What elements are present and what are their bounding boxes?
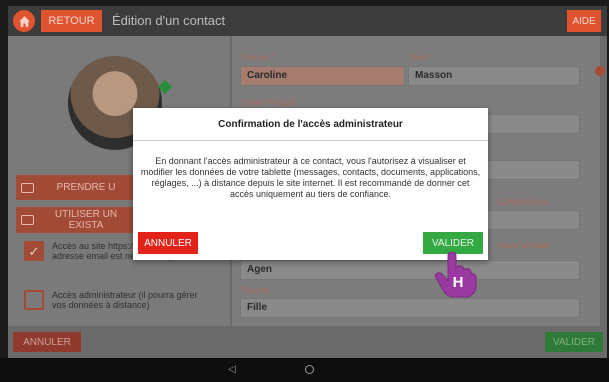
page-title: Édition d'un contact [112, 13, 226, 28]
city-input[interactable]: Agen [240, 260, 580, 280]
admin-access-option[interactable]: Accès administrateur (il pourra gérer vo… [24, 290, 214, 310]
home-icon [18, 15, 30, 27]
image-icon [16, 208, 38, 233]
use-existing-photo-button[interactable]: UTILISER UN EXISTA [16, 207, 134, 233]
use-existing-label-line1: UTILISER UN [54, 209, 118, 220]
take-photo-button[interactable]: PRENDRE U [16, 175, 134, 200]
mobile-label: phone portable [497, 241, 551, 250]
cancel-button[interactable]: ANNULER [13, 332, 81, 352]
last-name-input[interactable]: Masson [408, 66, 580, 86]
dialog-cancel-button[interactable]: ANNULER [138, 232, 198, 254]
take-photo-label: PRENDRE U [56, 182, 116, 193]
check-icon: ✓ [28, 243, 40, 259]
scroll-indicator[interactable] [595, 66, 605, 76]
hand-pointer-icon: H [434, 252, 477, 298]
site-access-checkbox[interactable]: ✓ [24, 241, 44, 261]
back-button[interactable]: RETOUR [41, 10, 102, 32]
camera-icon [16, 175, 38, 200]
admin-access-confirmation-dialog: Confirmation de l'accès administrateur E… [133, 108, 488, 260]
first-name-input[interactable]: Caroline [240, 66, 405, 86]
dialog-message: En donnant l'accès administrateur à ce c… [140, 156, 481, 199]
last-name-label: Nom * [410, 53, 433, 62]
first-name-label: Prénom * [242, 53, 276, 62]
birth-date-hint: (JJ/MM/AAAA) [497, 198, 550, 207]
bottom-bar: ANNULER VALIDER [8, 326, 607, 358]
nav-back-icon[interactable]: ◁ [228, 364, 236, 375]
use-existing-label: UTILISER UN EXISTA [38, 209, 134, 231]
android-nav-bar: ◁ [0, 358, 609, 382]
validate-button[interactable]: VALIDER [545, 332, 603, 352]
home-button[interactable] [13, 10, 35, 32]
relation-label: Parenté [242, 286, 271, 295]
use-existing-label-line2: EXISTA [68, 220, 104, 231]
nav-home-icon[interactable] [305, 365, 314, 374]
dialog-title: Confirmation de l'accès administrateur [133, 108, 488, 141]
admin-access-checkbox[interactable] [24, 290, 44, 310]
admin-access-label: Accès administrateur (il pourra gérer vo… [52, 290, 198, 310]
svg-text:H: H [453, 274, 464, 291]
dialog-validate-button[interactable]: VALIDER [423, 232, 483, 254]
help-button[interactable]: AIDE [567, 10, 601, 32]
top-bar: RETOUR Édition d'un contact AIDE [8, 6, 607, 36]
relation-input[interactable]: Fille [240, 298, 580, 318]
email-label: Email Principal [242, 98, 295, 107]
